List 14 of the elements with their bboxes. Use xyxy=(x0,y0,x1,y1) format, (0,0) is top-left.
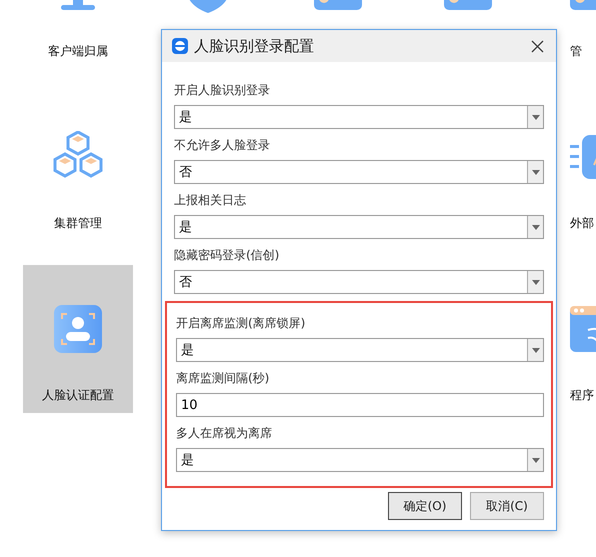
field-label: 上报相关日志 xyxy=(174,192,247,209)
field-label: 不允许多人脸登录 xyxy=(174,137,271,154)
field-label: 开启离席监测(离席锁屏) xyxy=(176,315,306,332)
tile-label: 集群管理 xyxy=(54,215,102,232)
field-label: 多人在席视为离席 xyxy=(176,425,273,442)
field-label: 开启人脸识别登录 xyxy=(174,82,271,99)
field-label: 离席监测间隔(秒) xyxy=(176,370,270,387)
tile-label: 管 xyxy=(570,43,582,60)
field-label: 隐藏密码登录(信创) xyxy=(174,247,280,264)
tile-label: 程序 xyxy=(570,387,594,404)
tile-label: 人脸认证配置 xyxy=(42,387,114,404)
dialog-title: 人脸识别登录配置 xyxy=(194,36,315,56)
tile-label: 客户端归属 xyxy=(48,43,108,60)
tile-label: 外部 xyxy=(570,215,594,232)
